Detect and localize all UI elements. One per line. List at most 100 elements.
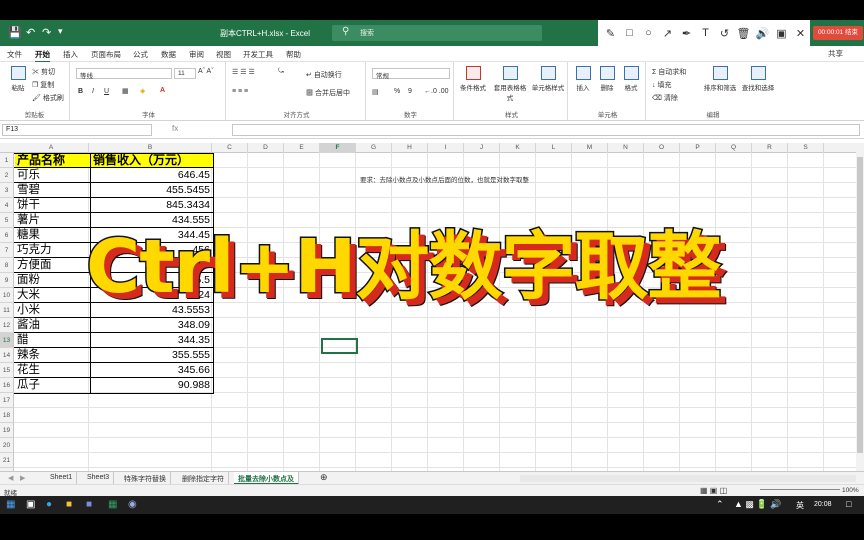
menu-insert[interactable]: 插入	[63, 49, 78, 60]
menu-home[interactable]: 开始	[35, 49, 50, 63]
column-header-d[interactable]: D	[248, 143, 284, 153]
cell-styles-button[interactable]: 单元格样式	[530, 66, 566, 92]
undo-icon[interactable]: ↶	[26, 26, 35, 39]
currency-icon[interactable]: ▤	[372, 88, 379, 96]
column-header-m[interactable]: M	[572, 143, 608, 153]
copy-button[interactable]: ❐ 复制	[32, 80, 54, 90]
highlighter-icon[interactable]: ✒	[678, 27, 695, 40]
save-icon[interactable]: 💾	[8, 26, 22, 39]
row-header-17[interactable]: 17	[0, 393, 14, 408]
format-cells-button[interactable]: 格式	[618, 66, 644, 92]
column-header-q[interactable]: Q	[716, 143, 752, 153]
insert-cells-button[interactable]: 插入	[570, 66, 596, 92]
tray-chevron-icon[interactable]: ⌃	[716, 499, 724, 510]
app-icon[interactable]: ■	[86, 499, 92, 510]
row-header-9[interactable]: 9	[0, 273, 14, 288]
column-header-j[interactable]: J	[464, 143, 500, 153]
cell-product[interactable]: 花生	[15, 363, 90, 378]
delete-cells-button[interactable]: 删除	[594, 66, 620, 92]
cell-product[interactable]: 可乐	[15, 168, 90, 183]
autosum-button[interactable]: Σ 自动求和	[652, 67, 686, 77]
column-header-r[interactable]: R	[752, 143, 788, 153]
cell-revenue[interactable]: 345.66	[90, 363, 213, 378]
row-header-2[interactable]: 2	[0, 168, 14, 183]
row-header-13[interactable]: 13	[0, 333, 14, 348]
row-header-19[interactable]: 19	[0, 423, 14, 438]
orientation-icon[interactable]: ⤿	[278, 68, 284, 76]
menu-developer[interactable]: 开发工具	[243, 49, 273, 60]
cell-product[interactable]: 雪碧	[15, 183, 90, 198]
cell-product[interactable]: 小米	[15, 303, 90, 318]
percent-button[interactable]: %	[394, 88, 400, 95]
pen-icon[interactable]: ✎	[602, 27, 619, 40]
font-color-icon[interactable]: A	[160, 87, 165, 94]
column-header-g[interactable]: G	[356, 143, 392, 153]
row-header-12[interactable]: 12	[0, 318, 14, 333]
ime-indicator[interactable]: 英	[796, 500, 804, 511]
font-grow-icon[interactable]: Aˆ Aˇ	[198, 68, 214, 75]
menu-review[interactable]: 审阅	[189, 49, 204, 60]
column-header-h[interactable]: H	[392, 143, 428, 153]
clear-button[interactable]: ⌫ 清除	[652, 93, 678, 103]
italic-button[interactable]: I	[92, 88, 94, 95]
close-icon[interactable]: ✕	[792, 27, 809, 40]
column-header-k[interactable]: K	[500, 143, 536, 153]
cell-product[interactable]: 醋	[15, 333, 90, 348]
cell-revenue[interactable]: 344.35	[90, 333, 213, 348]
screen-icon[interactable]: ▣	[773, 27, 790, 40]
row-header-16[interactable]: 16	[0, 378, 14, 393]
cell-product[interactable]: 面粉	[15, 273, 90, 288]
column-header-o[interactable]: O	[644, 143, 680, 153]
cell-product[interactable]: 酱油	[15, 318, 90, 333]
record-stop-button[interactable]: 00:00:01 结束	[813, 26, 863, 40]
cell-revenue[interactable]: 455.5455	[90, 183, 213, 198]
menu-help[interactable]: 帮助	[286, 49, 301, 60]
bold-button[interactable]: B	[78, 88, 83, 95]
sort-filter-button[interactable]: 排序和筛选	[702, 66, 738, 92]
align-top-icon[interactable]: ☰ ☰ ☰	[232, 68, 255, 76]
row-header-8[interactable]: 8	[0, 258, 14, 273]
fill-button[interactable]: ↓ 填充	[652, 80, 671, 90]
row-header-18[interactable]: 18	[0, 408, 14, 423]
decimal-icon[interactable]: ←.0 .00	[424, 88, 449, 95]
cell-product[interactable]: 薯片	[15, 213, 90, 228]
column-header-p[interactable]: P	[680, 143, 716, 153]
share-button[interactable]: 共享	[828, 48, 843, 59]
column-header-i[interactable]: I	[428, 143, 464, 153]
row-header-5[interactable]: 5	[0, 213, 14, 228]
cell-revenue[interactable]: 90.988	[90, 378, 213, 393]
menu-file[interactable]: 文件	[7, 49, 22, 60]
menu-view[interactable]: 视图	[216, 49, 231, 60]
redo-icon[interactable]: ↷	[42, 26, 51, 39]
column-header-e[interactable]: E	[284, 143, 320, 153]
row-header-10[interactable]: 10	[0, 288, 14, 303]
header-sales-revenue[interactable]: 销售收入（万元）	[90, 153, 213, 168]
cell-revenue[interactable]: 348.09	[90, 318, 213, 333]
format-painter-button[interactable]: 🖌 格式刷	[32, 93, 64, 103]
recorder-icon[interactable]: ◉	[128, 499, 137, 510]
cell-product[interactable]: 饼干	[15, 198, 90, 213]
row-header-6[interactable]: 6	[0, 228, 14, 243]
menu-data[interactable]: 数据	[161, 49, 176, 60]
border-icon[interactable]: ▦	[122, 87, 129, 95]
formula-input[interactable]	[232, 124, 860, 136]
wrap-text-button[interactable]: ↵ 自动换行	[306, 70, 342, 80]
merge-center-button[interactable]: ▩ 合并后居中	[306, 88, 350, 98]
cell-product[interactable]: 辣条	[15, 348, 90, 363]
row-header-15[interactable]: 15	[0, 363, 14, 378]
circle-icon[interactable]: ○	[640, 27, 657, 39]
cell-product[interactable]: 大米	[15, 288, 90, 303]
column-header-s[interactable]: S	[788, 143, 824, 153]
row-header-20[interactable]: 20	[0, 438, 14, 453]
tray-icons[interactable]: ▲ ▩ 🔋 🔊	[734, 499, 781, 510]
number-format-select[interactable]: 常规	[372, 68, 450, 80]
task-view-icon[interactable]: ▣	[26, 499, 35, 510]
undo-icon[interactable]: ↺	[716, 27, 733, 40]
column-header-a[interactable]: A	[14, 143, 89, 153]
menu-formulas[interactable]: 公式	[133, 49, 148, 60]
edge-icon[interactable]: ●	[46, 499, 52, 510]
windows-start-icon[interactable]: ▦	[6, 499, 15, 510]
comma-button[interactable]: 9	[408, 88, 412, 95]
arrow-icon[interactable]: ↗	[659, 27, 676, 40]
find-select-button[interactable]: 查找和选择	[740, 66, 776, 92]
